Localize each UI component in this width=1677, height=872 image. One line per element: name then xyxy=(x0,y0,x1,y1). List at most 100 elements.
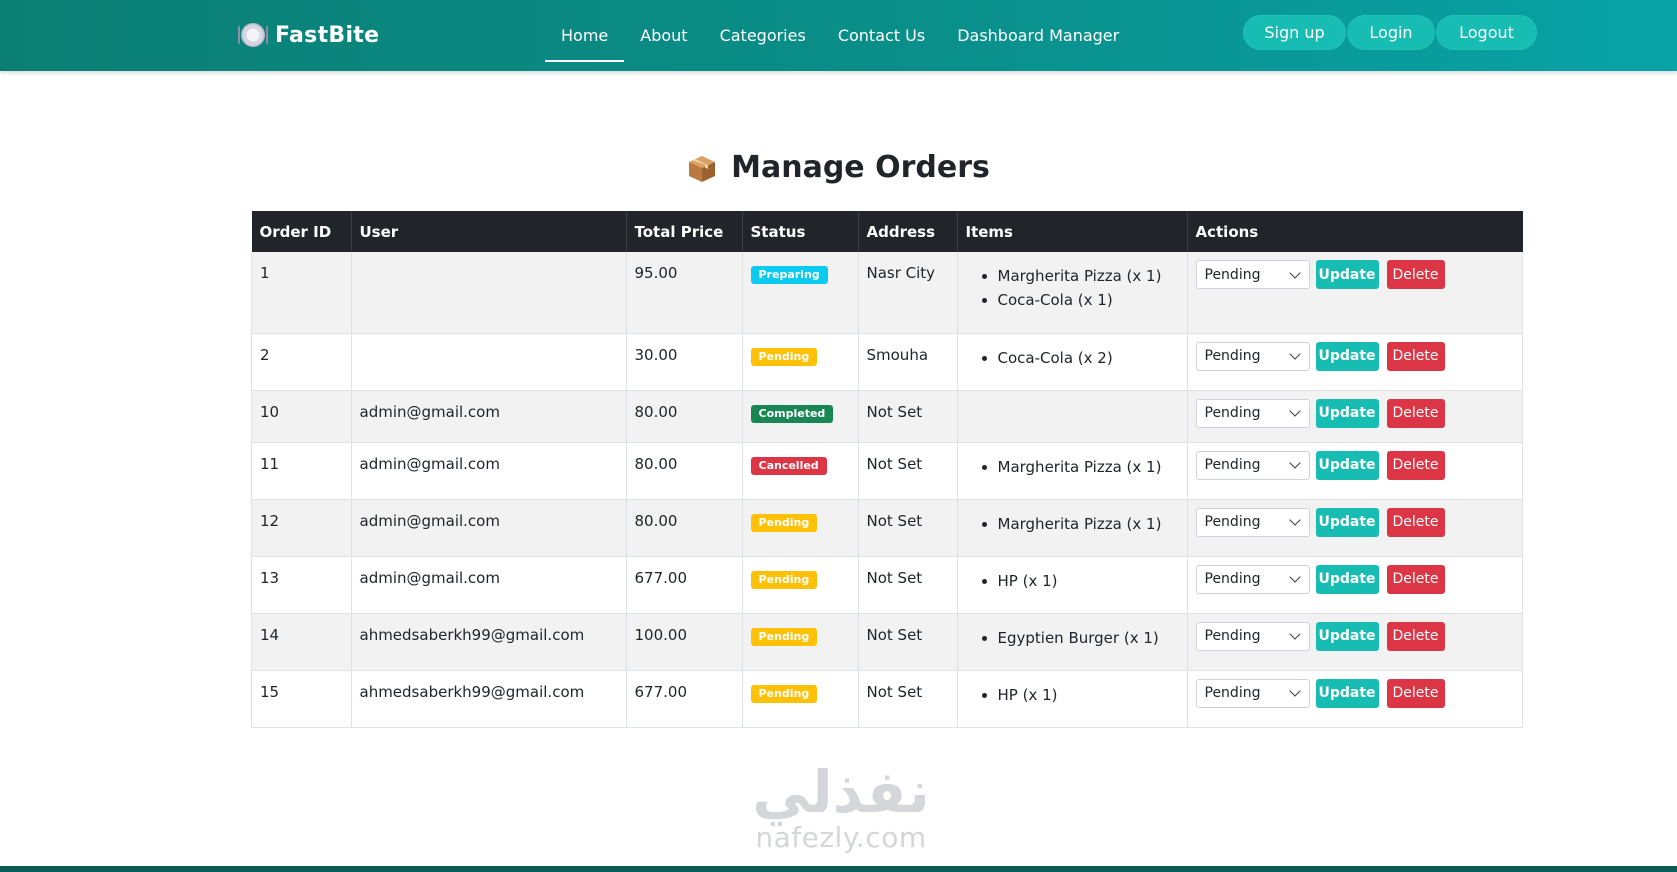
delete-button[interactable]: Delete xyxy=(1386,398,1445,428)
status-select[interactable]: Pending xyxy=(1195,564,1310,594)
chevron-down-icon xyxy=(1288,348,1301,360)
cell-status: Pending xyxy=(742,670,859,728)
update-button[interactable]: Update xyxy=(1315,341,1379,371)
status-select[interactable]: Pending xyxy=(1195,678,1310,708)
table-header-row: Order ID User Total Price Status Address… xyxy=(251,211,1523,252)
col-actions: Actions xyxy=(1187,211,1523,252)
cell-status: Pending xyxy=(742,556,859,614)
cell-status: Pending xyxy=(742,613,859,671)
update-button[interactable]: Update xyxy=(1315,450,1379,480)
navbar: FastBite Home About Categories Contact U… xyxy=(0,0,1677,71)
table-row: 14 ahmedsaberkh99@gmail.com 100.00 Pending N… xyxy=(251,613,1523,671)
items-list: HP (x 1) xyxy=(966,683,1179,707)
status-select-value: Pending xyxy=(1204,405,1261,421)
chevron-down-icon xyxy=(1288,685,1301,697)
col-address: Address xyxy=(858,211,958,252)
login-button[interactable]: Login xyxy=(1347,15,1435,50)
actions-group: Pending Update Delete xyxy=(1195,260,1515,289)
items-list: Coca-Cola (x 2) xyxy=(966,346,1179,370)
cell-actions: Pending Update Delete xyxy=(1187,556,1523,614)
actions-group: Pending Update Delete xyxy=(1195,450,1515,480)
cell-actions: Pending Update Delete xyxy=(1187,333,1523,391)
update-button[interactable]: Update xyxy=(1315,507,1379,537)
items-list: Margherita Pizza (x 1) xyxy=(966,512,1179,536)
cell-order-id: 2 xyxy=(251,333,352,391)
plate-cutlery-icon xyxy=(238,23,268,47)
cell-order-id: 1 xyxy=(251,252,352,334)
cell-order-id: 11 xyxy=(251,442,352,500)
cell-status: Preparing xyxy=(742,252,859,334)
cell-user xyxy=(351,252,627,334)
nav-link-about[interactable]: About xyxy=(624,19,703,53)
update-button[interactable]: Update xyxy=(1315,398,1379,428)
cell-actions: Pending Update Delete xyxy=(1187,613,1523,671)
status-badge: Pending xyxy=(750,347,818,366)
cell-user: admin@gmail.com xyxy=(351,442,627,500)
cell-total-price: 677.00 xyxy=(626,670,743,728)
status-select[interactable]: Pending xyxy=(1195,450,1310,480)
nav-link-home[interactable]: Home xyxy=(545,19,625,62)
items-list: Margherita Pizza (x 1) xyxy=(966,455,1179,479)
table-row: 12admin@gmail.com80.00 Pending Not Set Marg… xyxy=(251,499,1523,557)
cell-items: Margherita Pizza (x 1)Coca-Cola (x 1) xyxy=(957,252,1188,334)
status-badge: Pending xyxy=(750,513,818,532)
chevron-down-icon xyxy=(1288,514,1301,526)
cell-address: Not Set xyxy=(858,499,958,557)
cell-total-price: 80.00 xyxy=(626,499,743,557)
cell-actions: Pending Update Delete xyxy=(1187,499,1523,557)
nav-link-categories[interactable]: Categories xyxy=(704,19,822,53)
update-button[interactable]: Update xyxy=(1315,621,1379,651)
table-row: 11admin@gmail.com80.00 Cancelled Not Set Ma… xyxy=(251,442,1523,500)
cell-actions: Pending Update Delete xyxy=(1187,670,1523,728)
nav-link-dashboard-manager[interactable]: Dashboard Manager xyxy=(941,19,1135,53)
delete-button[interactable]: Delete xyxy=(1386,507,1445,537)
cell-user xyxy=(351,333,627,391)
cell-address: Not Set xyxy=(858,556,958,614)
cell-address: Not Set xyxy=(858,442,958,500)
update-button[interactable]: Update xyxy=(1315,678,1379,708)
signup-button[interactable]: Sign up xyxy=(1243,15,1346,50)
status-select[interactable]: Pending xyxy=(1195,507,1310,537)
col-user: User xyxy=(351,211,627,252)
brand-logo[interactable]: FastBite xyxy=(238,18,380,52)
nav-links: Home About Categories Contact Us Dashboa… xyxy=(545,0,1135,71)
logout-button[interactable]: Logout xyxy=(1436,15,1537,50)
status-select[interactable]: Pending xyxy=(1195,341,1310,371)
item-entry: HP (x 1) xyxy=(998,683,1179,707)
col-order-id: Order ID xyxy=(251,211,352,252)
delete-button[interactable]: Delete xyxy=(1386,260,1445,289)
status-select-value: Pending xyxy=(1204,266,1261,283)
cell-items: HP (x 1) xyxy=(957,670,1188,728)
cell-address: Not Set xyxy=(858,613,958,671)
package-box-icon xyxy=(687,154,716,182)
status-badge: Completed xyxy=(750,404,834,423)
cell-user: admin@gmail.com xyxy=(351,499,627,557)
cell-address: Nasr City xyxy=(858,252,958,334)
brand-name: FastBite xyxy=(275,22,380,48)
status-select[interactable]: Pending xyxy=(1195,621,1310,651)
update-button[interactable]: Update xyxy=(1315,564,1379,594)
cell-user: admin@gmail.com xyxy=(351,390,627,443)
actions-group: Pending Update Delete xyxy=(1195,341,1515,371)
item-entry: Coca-Cola (x 1) xyxy=(998,288,1179,312)
delete-button[interactable]: Delete xyxy=(1386,450,1445,480)
actions-group: Pending Update Delete xyxy=(1195,398,1515,428)
chevron-down-icon xyxy=(1288,405,1301,417)
delete-button[interactable]: Delete xyxy=(1386,621,1445,651)
status-select[interactable]: Pending xyxy=(1195,398,1310,428)
delete-button[interactable]: Delete xyxy=(1386,341,1445,371)
status-badge: Preparing xyxy=(750,266,828,284)
cell-actions: Pending Update Delete xyxy=(1187,442,1523,500)
update-button[interactable]: Update xyxy=(1315,260,1379,289)
delete-button[interactable]: Delete xyxy=(1386,564,1445,594)
cell-address: Not Set xyxy=(858,670,958,728)
actions-group: Pending Update Delete xyxy=(1195,678,1515,708)
delete-button[interactable]: Delete xyxy=(1386,678,1445,708)
nav-link-contact-us[interactable]: Contact Us xyxy=(822,19,941,53)
item-entry: Margherita Pizza (x 1) xyxy=(998,512,1179,536)
cell-address: Not Set xyxy=(858,390,958,443)
status-select-value: Pending xyxy=(1204,457,1261,473)
cell-status: Pending xyxy=(742,499,859,557)
status-select[interactable]: Pending xyxy=(1195,260,1310,289)
page-title-text: Manage Orders xyxy=(731,150,990,185)
